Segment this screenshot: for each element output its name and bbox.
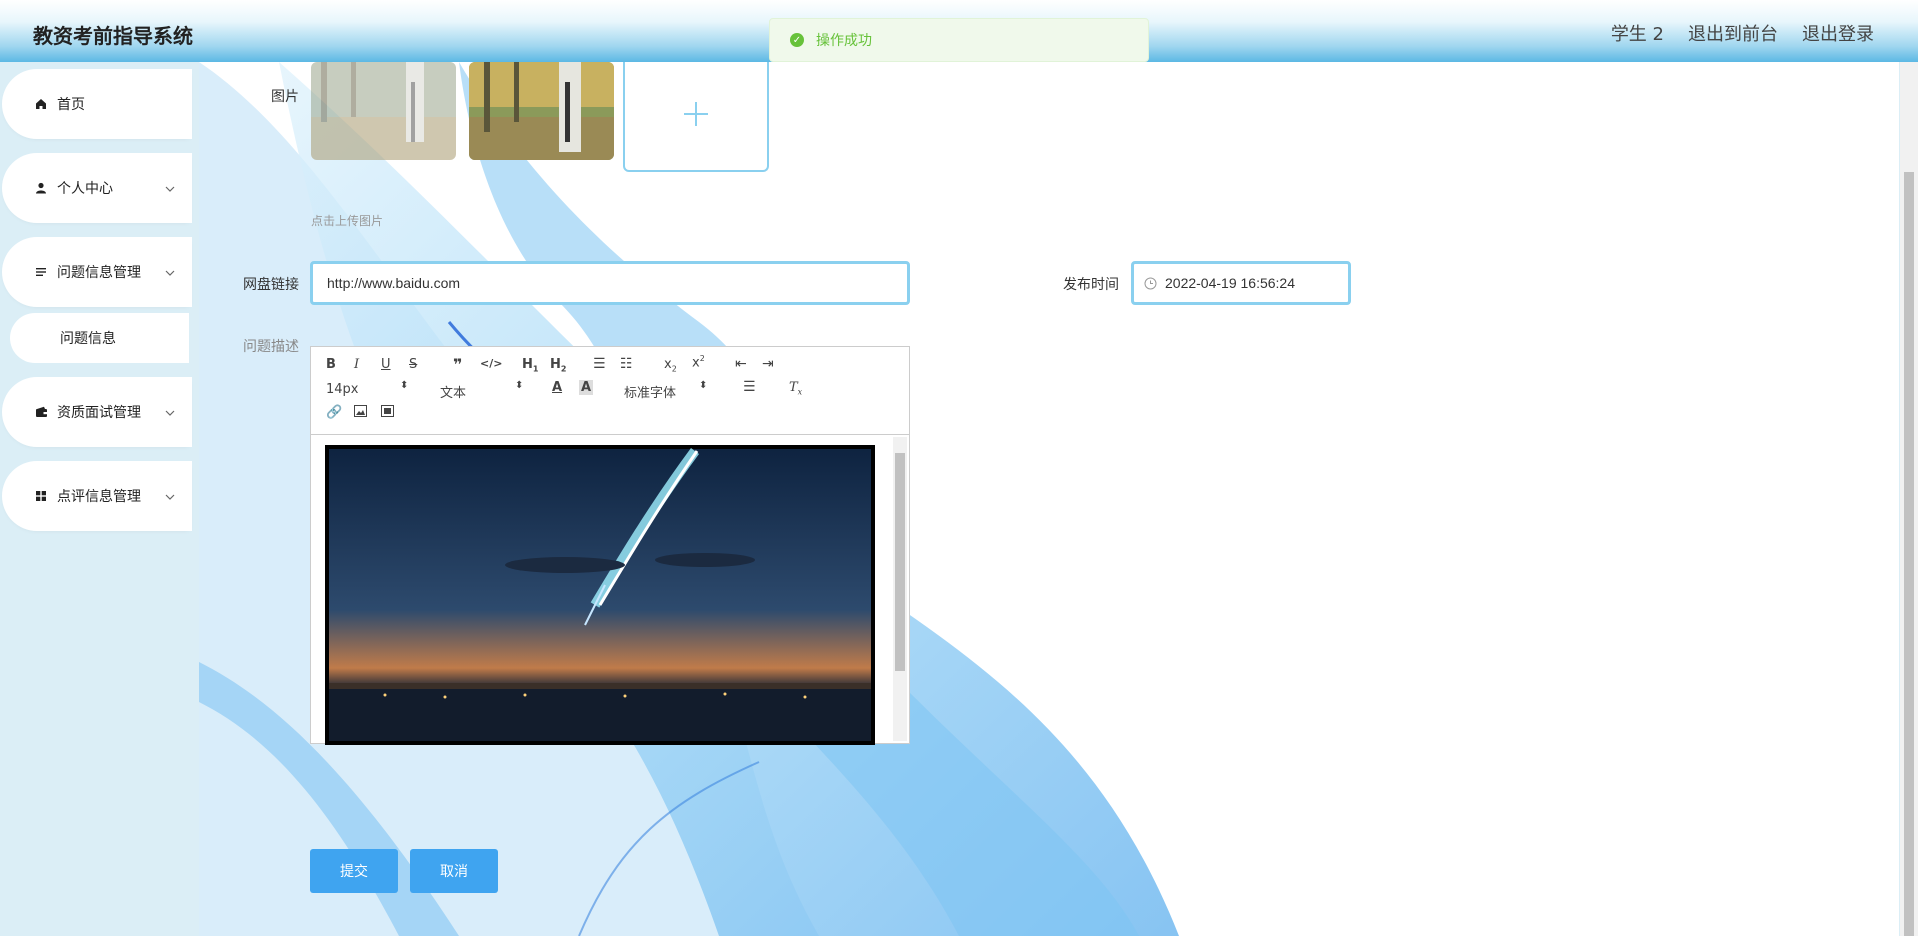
indent-icon[interactable]: ⇥ xyxy=(762,356,774,372)
current-user[interactable]: 学生 2 xyxy=(1611,20,1664,46)
check-circle-icon: ✓ xyxy=(790,33,804,47)
time-label: 发布时间 xyxy=(1063,277,1119,293)
uploaded-image-1[interactable] xyxy=(311,62,456,160)
underline-icon[interactable]: U xyxy=(381,357,391,372)
plus-icon xyxy=(682,100,710,133)
back-to-front-link[interactable]: 退出到前台 xyxy=(1688,20,1778,46)
code-icon[interactable]: </> xyxy=(480,357,502,370)
wallet-icon xyxy=(33,404,49,420)
editor-content[interactable] xyxy=(311,435,909,745)
sidebar-item-interview-mgmt[interactable]: 资质面试管理 xyxy=(5,380,189,444)
font-color-icon[interactable]: A xyxy=(552,380,562,395)
link-value: http://www.baidu.com xyxy=(327,275,461,291)
link-label: 网盘链接 xyxy=(243,277,299,293)
clock-icon xyxy=(1144,277,1157,290)
link-input[interactable]: http://www.baidu.com xyxy=(310,261,910,305)
subscript-icon[interactable]: x2 xyxy=(664,357,677,374)
bold-icon[interactable]: B xyxy=(326,357,336,372)
link-icon[interactable]: 🔗 xyxy=(326,405,342,420)
sidebar-item-label: 个人中心 xyxy=(57,181,113,197)
bullet-list-icon[interactable]: ☷ xyxy=(620,356,633,372)
sidebar-item-question-mgmt[interactable]: 问题信息管理 xyxy=(5,240,189,304)
description-label: 问题描述 xyxy=(243,339,299,355)
rich-text-editor: B I U S ❞ </> H1 H2 ☰ ☷ x2 x2 ⇤ ⇥ 14px ⬍… xyxy=(310,346,910,745)
sidebar-subitem-question-info[interactable]: 问题信息 xyxy=(10,313,189,363)
font-family-select[interactable]: 标准字体 xyxy=(624,382,676,401)
chevron-down-icon xyxy=(165,488,175,506)
block-type-select[interactable]: 文本 xyxy=(440,382,466,401)
image-icon[interactable] xyxy=(354,405,367,421)
sidebar-item-review-mgmt[interactable]: 点评信息管理 xyxy=(5,464,189,528)
ordered-list-icon[interactable]: ☰ xyxy=(593,356,606,372)
uploaded-image-2[interactable] xyxy=(469,62,614,160)
strike-icon[interactable]: S xyxy=(409,357,417,372)
app-title: 教资考前指导系统 xyxy=(33,24,193,48)
video-icon[interactable] xyxy=(381,405,394,421)
publish-time-input[interactable]: 2022-04-19 16:56:24 xyxy=(1131,261,1351,305)
sidebar: 首页 个人中心 问题信息管理 问题信息 资质面试管理 点评信息管理 xyxy=(0,62,199,936)
editor-embedded-image xyxy=(325,445,875,745)
cancel-button[interactable]: 取消 xyxy=(410,849,498,893)
sidebar-subitem-label: 问题信息 xyxy=(60,331,116,347)
editor-scroll-thumb[interactable] xyxy=(895,453,905,671)
toast-message: 操作成功 xyxy=(816,33,872,49)
chevron-down-icon xyxy=(165,404,175,422)
sidebar-item-label: 首页 xyxy=(57,97,85,113)
outdent-icon[interactable]: ⇤ xyxy=(735,356,747,372)
home-icon xyxy=(33,96,49,112)
italic-icon[interactable]: I xyxy=(354,357,359,372)
main-content: 图片 点击上传图片 网盘链接 http://www.baidu.com 发布时间… xyxy=(199,62,1899,936)
blockquote-icon[interactable]: ❞ xyxy=(453,355,462,374)
align-icon[interactable]: ☰ xyxy=(743,379,756,395)
submit-button[interactable]: 提交 xyxy=(310,849,398,893)
page-scrollbar[interactable] xyxy=(1900,62,1918,936)
sidebar-item-label: 问题信息管理 xyxy=(57,265,141,281)
h1-icon[interactable]: H1 xyxy=(522,357,538,374)
sidebar-item-label: 资质面试管理 xyxy=(57,405,141,421)
h2-icon[interactable]: H2 xyxy=(550,357,566,374)
font-size-arrow-icon: ⬍ xyxy=(400,380,409,391)
header-links: 学生 2 退出到前台 退出登录 xyxy=(1611,20,1874,46)
block-type-arrow-icon: ⬍ xyxy=(515,380,524,391)
image-upload-box[interactable] xyxy=(623,62,769,172)
chevron-down-icon xyxy=(165,264,175,282)
font-family-arrow-icon: ⬍ xyxy=(699,380,708,391)
page-scroll-thumb[interactable] xyxy=(1904,172,1914,936)
font-size-select[interactable]: 14px xyxy=(326,382,359,397)
publish-time-value: 2022-04-19 16:56:24 xyxy=(1165,275,1295,291)
superscript-icon[interactable]: x2 xyxy=(692,354,705,370)
background-color-icon[interactable]: A xyxy=(579,380,594,395)
sidebar-item-home[interactable]: 首页 xyxy=(5,72,189,136)
list-icon xyxy=(33,264,49,280)
logout-link[interactable]: 退出登录 xyxy=(1802,20,1874,46)
sidebar-item-personal[interactable]: 个人中心 xyxy=(5,156,189,220)
image-label: 图片 xyxy=(271,89,299,105)
clear-format-icon[interactable]: Tx xyxy=(789,380,802,397)
chevron-down-icon xyxy=(165,180,175,198)
editor-toolbar: B I U S ❞ </> H1 H2 ☰ ☷ x2 x2 ⇤ ⇥ 14px ⬍… xyxy=(311,347,909,435)
editor-scrollbar[interactable] xyxy=(893,437,907,741)
grid-icon xyxy=(33,488,49,504)
sidebar-item-label: 点评信息管理 xyxy=(57,489,141,505)
upload-hint: 点击上传图片 xyxy=(311,214,384,228)
user-icon xyxy=(33,180,49,196)
success-toast: ✓ 操作成功 xyxy=(769,18,1149,62)
